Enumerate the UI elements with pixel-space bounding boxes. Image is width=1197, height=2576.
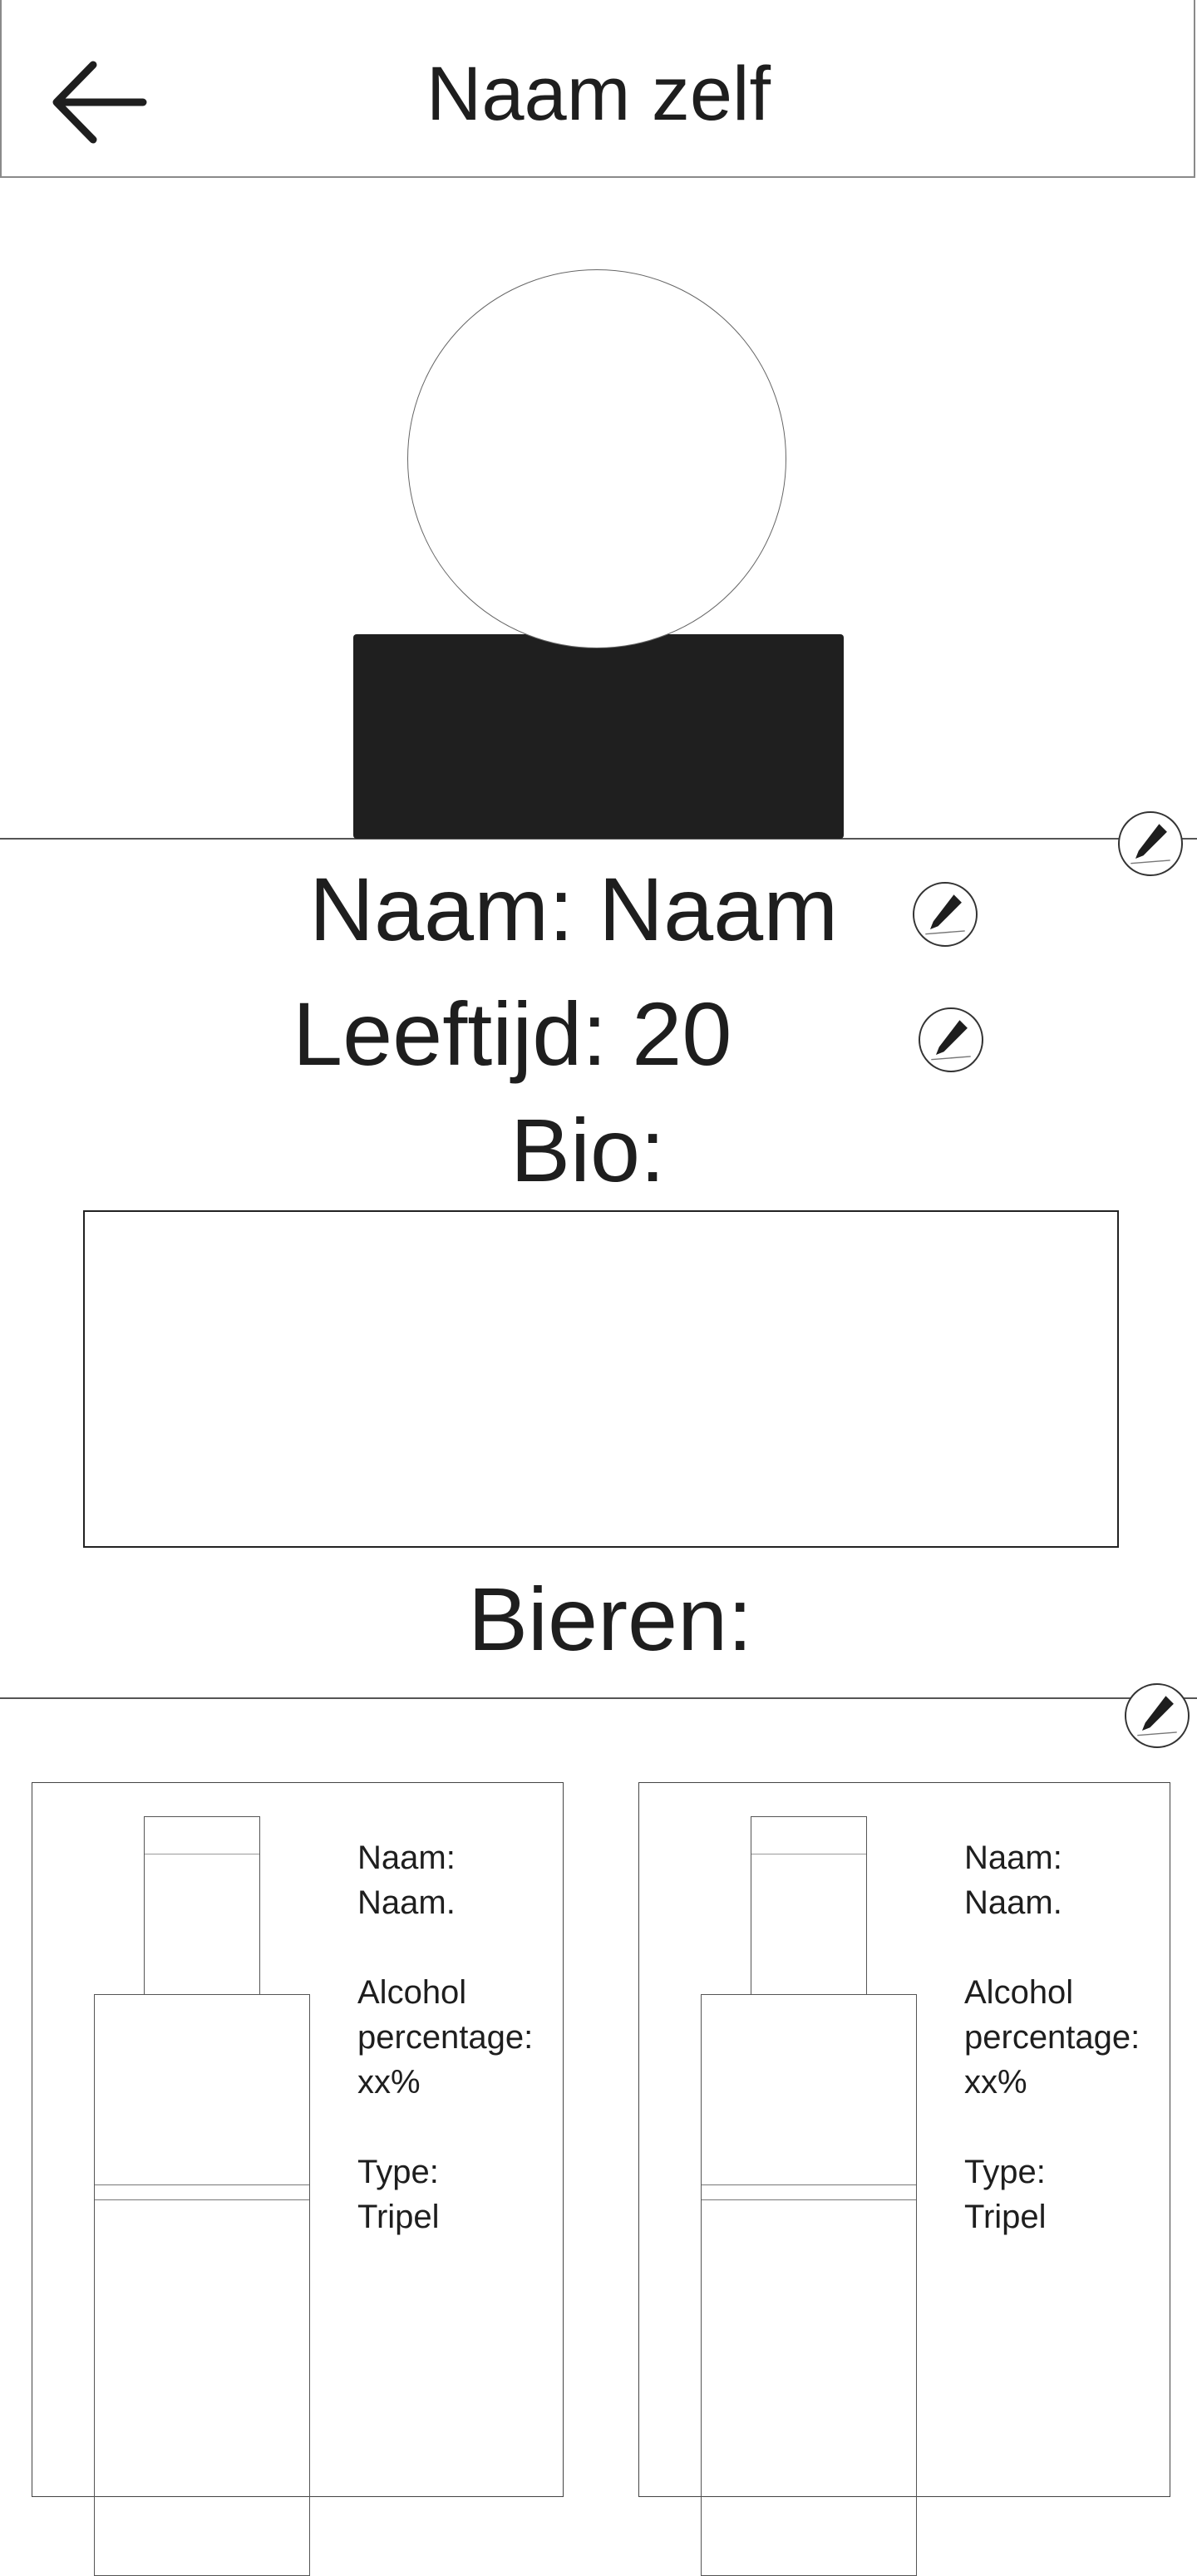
- beer-alcohol-label: Alcohol: [357, 1974, 467, 2011]
- bottle-neck: [751, 1816, 867, 1995]
- pencil-icon: [931, 1020, 971, 1061]
- avatar-head: [407, 269, 786, 648]
- bio-label: Bio:: [510, 1100, 666, 1200]
- beer-info: Naam: Naam. Alcohol percentage: xx% Type…: [357, 1835, 533, 2239]
- beer-alcohol-label: percentage:: [357, 2019, 534, 2056]
- bottle-body: [701, 1994, 917, 2576]
- edit-name-button[interactable]: [913, 882, 978, 947]
- page-title: Naam zelf: [426, 52, 771, 136]
- beer-name-label: Naam:: [357, 1840, 456, 1876]
- bottle-neck: [144, 1816, 260, 1995]
- beer-alcohol-label: Alcohol: [964, 1974, 1074, 2011]
- beer-alcohol-value: xx%: [964, 2064, 1027, 2101]
- edit-age-button[interactable]: [919, 1007, 983, 1072]
- beer-info: Naam: Naam. Alcohol percentage: xx% Type…: [964, 1835, 1140, 2239]
- beer-alcohol-label: percentage:: [964, 2019, 1140, 2056]
- name-field: Naam: Naam: [309, 859, 839, 959]
- pencil-icon: [1137, 1696, 1177, 1736]
- pencil-icon: [925, 894, 965, 935]
- pencil-icon: [1130, 824, 1170, 864]
- age-field: Leeftijd: 20: [293, 983, 732, 1084]
- beer-alcohol-value: xx%: [357, 2064, 421, 2101]
- beer-type-value: Tripel: [357, 2199, 440, 2235]
- beers-divider: [0, 1697, 1197, 1699]
- beer-name-value: Naam.: [964, 1884, 1062, 1921]
- beer-type-value: Tripel: [964, 2199, 1047, 2235]
- beer-type-label: Type:: [357, 2154, 439, 2190]
- beer-type-label: Type:: [964, 2154, 1046, 2190]
- avatar-body: [353, 634, 844, 839]
- beer-name-label: Naam:: [964, 1840, 1062, 1876]
- bio-textbox[interactable]: [83, 1210, 1119, 1548]
- edit-avatar-button[interactable]: [1118, 811, 1183, 876]
- bottle-body: [94, 1994, 310, 2576]
- beer-name-value: Naam.: [357, 1884, 456, 1921]
- beers-heading: Bieren:: [468, 1569, 753, 1669]
- edit-beers-button[interactable]: [1125, 1683, 1190, 1748]
